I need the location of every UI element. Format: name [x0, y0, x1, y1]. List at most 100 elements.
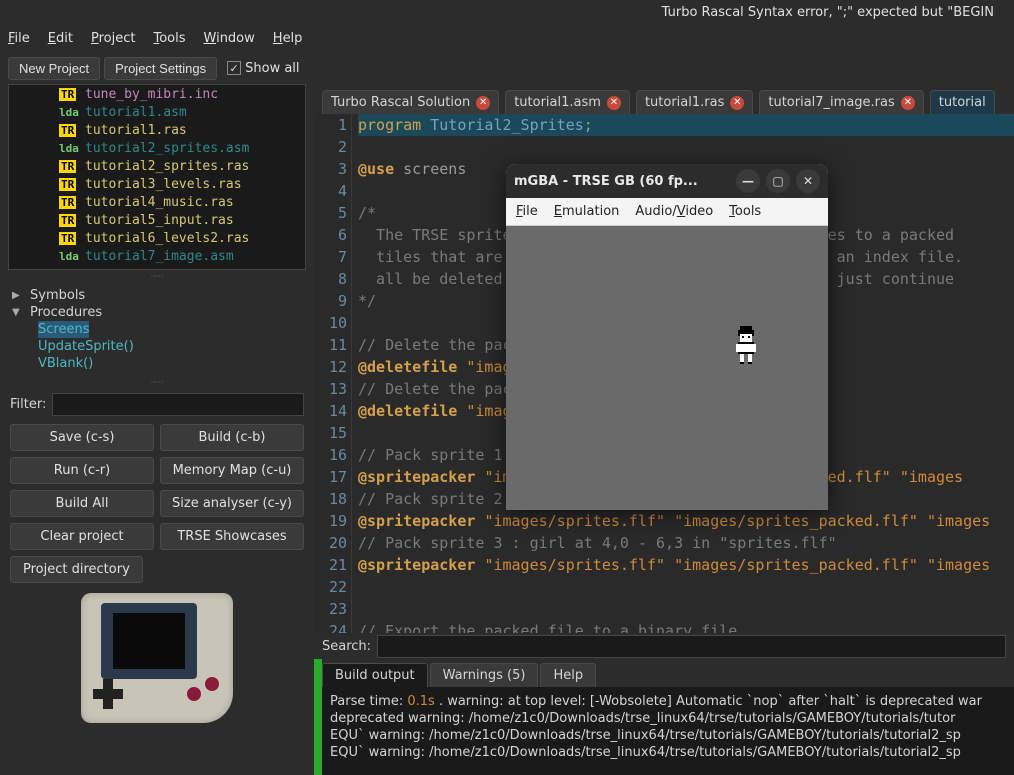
showcases-button[interactable]: TRSE Showcases [160, 523, 304, 550]
file-tree-item[interactable]: TRtune_by_mibri.inc [9, 85, 305, 103]
size-analyser-button[interactable]: Size analyser (c-y) [160, 490, 304, 517]
file-name: tutorial4_music.ras [85, 195, 234, 210]
app-titlebar: Turbo Rascal Syntax error, ";" expected … [0, 0, 1014, 24]
code-line[interactable]: // Pack sprite 3 : girl at 4,0 - 6,3 in … [358, 532, 1014, 554]
file-tree-item[interactable]: ldatutorial1.asm [9, 103, 305, 121]
line-number: 24 [314, 620, 347, 633]
mgba-menu-av[interactable]: Audio/Video [635, 204, 713, 219]
file-name: tune_by_mibri.inc [85, 87, 218, 102]
editor-tab[interactable]: tutorial1.asm✕ [505, 90, 630, 114]
output-tabs: Build outputWarnings (5)Help [322, 659, 1014, 687]
minimize-button[interactable]: — [736, 169, 760, 193]
line-number: 19 [314, 510, 347, 532]
procedures-node[interactable]: ▼ Procedures [12, 304, 302, 321]
code-line[interactable] [358, 136, 1014, 158]
line-number: 13 [314, 378, 347, 400]
file-badge: TR [59, 196, 76, 209]
tab-bar: Turbo Rascal Solution✕tutorial1.asm✕tuto… [314, 84, 1014, 114]
menu-edit[interactable]: Edit [48, 31, 73, 46]
procedure-item[interactable]: VBlank() [38, 355, 302, 372]
clear-project-button[interactable]: Clear project [10, 523, 154, 550]
sprite-girl-icon [730, 326, 762, 366]
line-number: 23 [314, 598, 347, 620]
file-tree-item[interactable]: TR tutorial3_levels.ras [9, 175, 305, 193]
file-badge: TR [59, 160, 76, 173]
file-tree[interactable]: TRtune_by_mibri.incldatutorial1.asmTRtut… [8, 84, 306, 270]
output-text[interactable]: Parse time: 0.1s . warning: at top level… [322, 687, 1014, 775]
mgba-menu-tools[interactable]: Tools [729, 204, 761, 219]
code-line[interactable]: program Tutorial2_Sprites; [358, 114, 1014, 136]
mgba-window[interactable]: mGBA - TRSE GB (60 fp... — ▢ ✕ File Emul… [506, 164, 828, 510]
output-tab[interactable]: Help [540, 663, 596, 687]
menu-project[interactable]: Project [91, 31, 136, 46]
mgba-titlebar[interactable]: mGBA - TRSE GB (60 fp... — ▢ ✕ [506, 164, 828, 198]
editor-tab[interactable]: tutorial1.ras ✕ [636, 90, 753, 114]
editor-tab[interactable]: Turbo Rascal Solution✕ [322, 90, 499, 114]
code-line[interactable]: // Export the packed file to a binary fi… [358, 620, 1014, 633]
project-settings-button[interactable]: Project Settings [104, 57, 217, 80]
editor-tab[interactable]: tutorial7_image.ras✕ [759, 90, 923, 114]
code-line[interactable]: @spritepacker "images/sprites.flf" "imag… [358, 510, 1014, 532]
code-line[interactable] [358, 576, 1014, 598]
check-icon: ✓ [227, 61, 241, 75]
memory-map-button[interactable]: Memory Map (c-u) [160, 457, 304, 484]
code-line[interactable] [358, 598, 1014, 620]
line-number: 20 [314, 532, 347, 554]
file-badge: TR [59, 178, 76, 191]
procedures-label: Procedures [30, 305, 102, 320]
mgba-menu-file[interactable]: File [516, 204, 538, 219]
maximize-button[interactable]: ▢ [766, 169, 790, 193]
output-tab[interactable]: Build output [322, 663, 428, 687]
file-tree-item[interactable]: ldatutorial7_image.asm [9, 247, 305, 265]
line-number: 5 [314, 202, 347, 224]
sidebar: TRtune_by_mibri.incldatutorial1.asmTRtut… [0, 84, 314, 775]
menu-file[interactable]: File [8, 31, 30, 46]
file-name: tutorial1.asm [85, 105, 187, 120]
gutter: 123456789101112131415161718192021222324 [314, 114, 352, 633]
procedure-item[interactable]: Screens [38, 321, 89, 338]
close-icon[interactable]: ✕ [901, 96, 915, 110]
procedure-item[interactable]: UpdateSprite() [38, 338, 302, 355]
menu-tools[interactable]: Tools [153, 31, 185, 46]
tab-label: tutorial1.ras [645, 95, 724, 110]
search-row: Search: [314, 633, 1014, 659]
output-tab[interactable]: Warnings (5) [430, 663, 539, 687]
code-line[interactable]: @spritepacker "images/sprites.flf" "imag… [358, 554, 1014, 576]
show-all-checkbox[interactable]: ✓ Show all [227, 61, 299, 76]
filter-input[interactable] [52, 393, 304, 416]
search-input[interactable] [377, 635, 1006, 658]
separator: ····· [0, 376, 314, 389]
file-tree-item[interactable]: TRtutorial1.ras [9, 121, 305, 139]
close-icon[interactable]: ✕ [730, 96, 744, 110]
build-button[interactable]: Build (c-b) [160, 424, 304, 451]
menu-window[interactable]: Window [204, 31, 255, 46]
output-panel: Build outputWarnings (5)Help Parse time:… [314, 659, 1014, 775]
symbols-node[interactable]: ▶ Symbols [12, 287, 302, 304]
file-name: tutorial7_image.asm [85, 249, 234, 264]
file-badge: TR [59, 214, 76, 227]
editor-tab[interactable]: tutorial [930, 90, 995, 114]
close-icon[interactable]: ✕ [607, 96, 621, 110]
mgba-menu-emulation[interactable]: Emulation [554, 204, 620, 219]
save-button[interactable]: Save (c-s) [10, 424, 154, 451]
line-number: 12 [314, 356, 347, 378]
new-project-button[interactable]: New Project [8, 57, 100, 80]
file-tree-item[interactable]: ldatutorial2_sprites.asm [9, 139, 305, 157]
file-tree-item[interactable]: TR tutorial4_music.ras [9, 193, 305, 211]
button-grid: Save (c-s) Build (c-b) Run (c-r) Memory … [0, 420, 314, 554]
file-tree-item[interactable]: TRtutorial6_levels2.ras [9, 229, 305, 247]
line-number: 10 [314, 312, 347, 334]
file-tree-item[interactable]: TRtutorial2_sprites.ras [9, 157, 305, 175]
run-button[interactable]: Run (c-r) [10, 457, 154, 484]
build-all-button[interactable]: Build All [10, 490, 154, 517]
tab-label: tutorial [939, 95, 986, 110]
file-name: tutorial3_levels.ras [85, 177, 242, 192]
output-line: deprecated warning: /home/z1c0/Downloads… [330, 710, 1006, 727]
line-number: 7 [314, 246, 347, 268]
close-icon[interactable]: ✕ [476, 96, 490, 110]
menu-help[interactable]: Help [273, 31, 303, 46]
close-button[interactable]: ✕ [796, 169, 820, 193]
project-directory-button[interactable]: Project directory [10, 556, 143, 583]
file-tree-item[interactable]: TRtutorial5_input.ras [9, 211, 305, 229]
gameboy-icon [81, 593, 233, 723]
